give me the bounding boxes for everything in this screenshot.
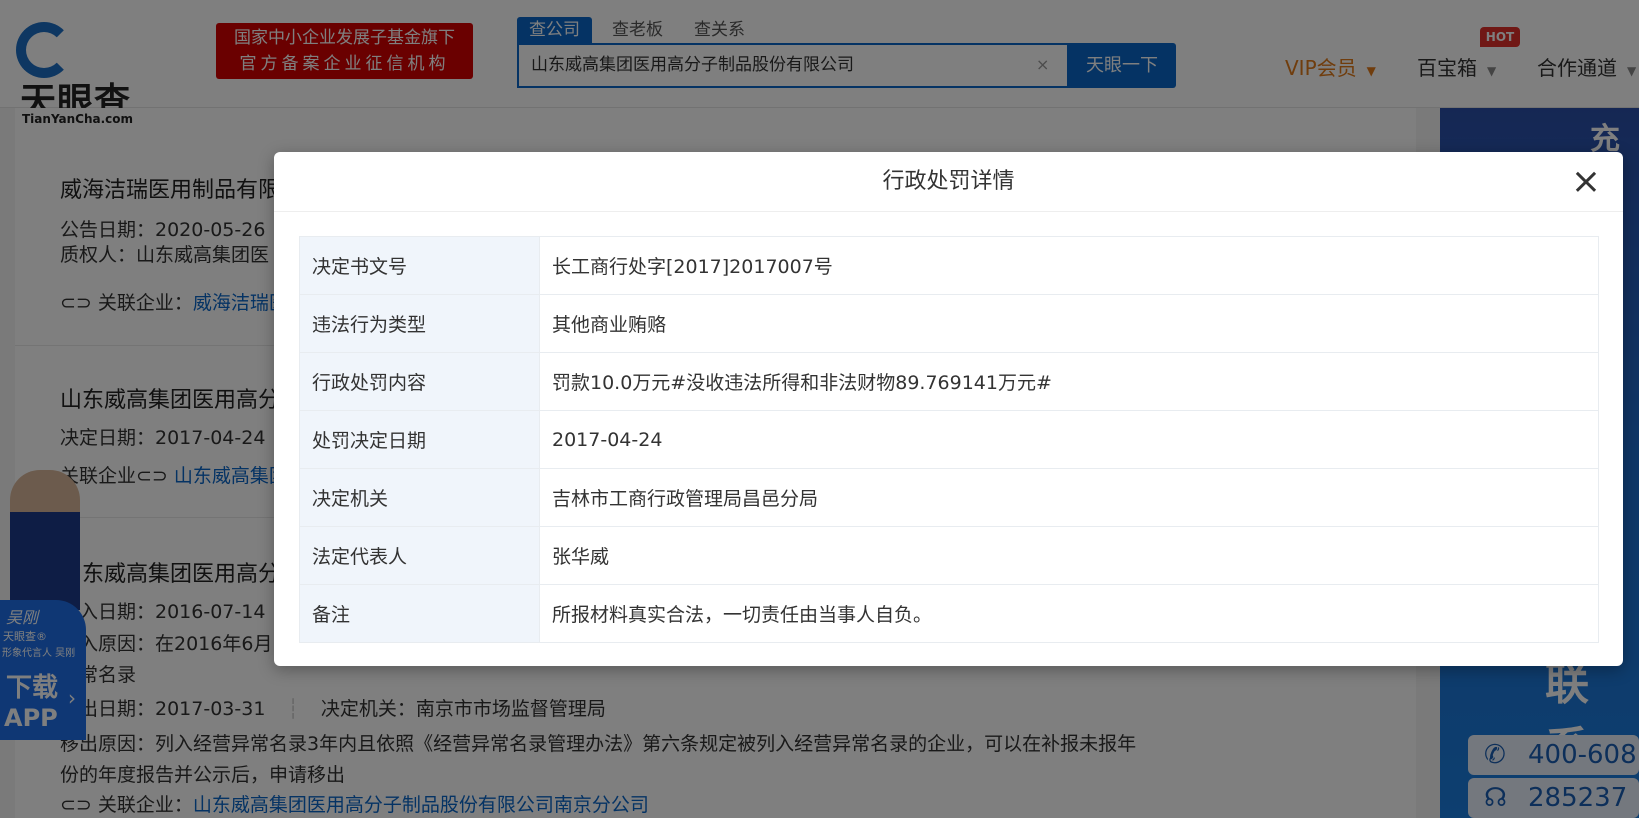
row-value: 2017-04-24 — [539, 410, 1599, 469]
row-label: 备注 — [299, 584, 540, 643]
row-value: 罚款10.0万元#没收违法所得和非法财物89.769141万元# — [539, 352, 1599, 411]
row-label: 行政处罚内容 — [299, 352, 540, 411]
table-row: 法定代表人 张华威 — [299, 526, 1599, 585]
row-value: 张华威 — [539, 526, 1599, 585]
penalty-detail-modal: 行政处罚详情 × 决定书文号 长工商行处字[2017]2017007号 违法行为类型… — [274, 152, 1623, 666]
row-label: 决定书文号 — [299, 236, 540, 295]
row-label: 违法行为类型 — [299, 294, 540, 353]
table-row: 决定书文号 长工商行处字[2017]2017007号 — [299, 236, 1599, 295]
close-icon[interactable]: × — [1571, 162, 1601, 202]
table-row: 处罚决定日期 2017-04-24 — [299, 410, 1599, 469]
row-value: 吉林市工商行政管理局昌邑分局 — [539, 468, 1599, 527]
row-label: 决定机关 — [299, 468, 540, 527]
row-label: 法定代表人 — [299, 526, 540, 585]
row-label: 处罚决定日期 — [299, 410, 540, 469]
table-row: 违法行为类型 其他商业贿赂 — [299, 294, 1599, 353]
table-row: 备注 所报材料真实合法，一切责任由当事人自负。 — [299, 584, 1599, 643]
modal-title: 行政处罚详情 — [274, 152, 1623, 212]
row-value: 其他商业贿赂 — [539, 294, 1599, 353]
detail-table: 决定书文号 长工商行处字[2017]2017007号 违法行为类型 其他商业贿赂 行政处… — [299, 236, 1599, 643]
table-row: 决定机关 吉林市工商行政管理局昌邑分局 — [299, 468, 1599, 527]
row-value: 长工商行处字[2017]2017007号 — [539, 236, 1599, 295]
row-value: 所报材料真实合法，一切责任由当事人自负。 — [539, 584, 1599, 643]
table-row: 行政处罚内容 罚款10.0万元#没收违法所得和非法财物89.769141万元# — [299, 352, 1599, 411]
